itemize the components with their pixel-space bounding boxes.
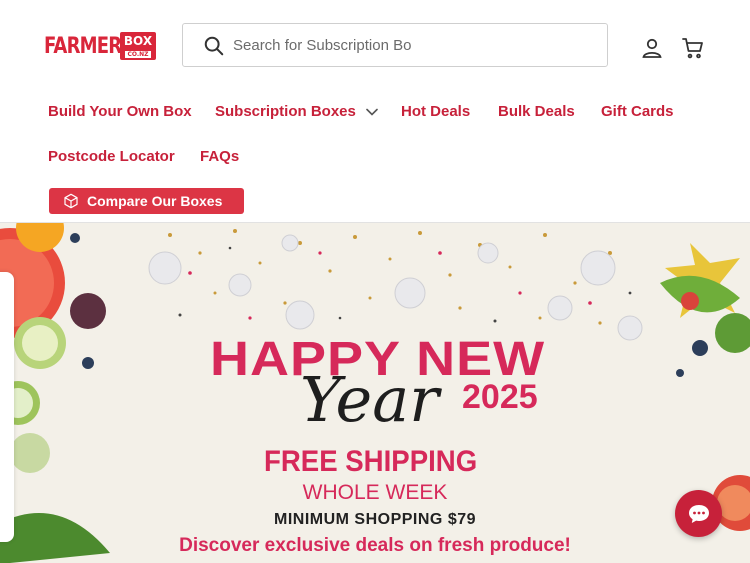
banner-script-year: Year — [300, 363, 439, 436]
logo-box-badge: BOX CO.NZ — [120, 32, 156, 60]
nav-item-faqs[interactable]: FAQs — [200, 148, 239, 165]
nav-item-gift-cards[interactable]: Gift Cards — [601, 103, 674, 120]
search-bar[interactable] — [182, 23, 608, 67]
account-icon[interactable] — [640, 36, 664, 60]
chat-icon — [688, 504, 709, 523]
nav-item-label: Subscription Boxes — [215, 103, 356, 120]
banner-duration: WHOLE WEEK — [302, 481, 448, 504]
nav-item-build-your-own-box[interactable]: Build Your Own Box — [48, 103, 192, 120]
banner-minimum: MINIMUM SHOPPING $79 — [273, 511, 477, 528]
banner-offer: FREE SHIPPING — [264, 445, 478, 478]
compare-button-label: Compare Our Boxes — [87, 193, 223, 209]
nav-item-subscription-boxes[interactable]: Subscription Boxes — [215, 103, 378, 120]
cart-icon[interactable] — [681, 36, 705, 60]
search-icon[interactable] — [203, 35, 225, 57]
search-input[interactable] — [233, 30, 593, 60]
chevron-down-icon — [366, 108, 378, 116]
box-icon — [64, 193, 78, 209]
nav-item-bulk-deals[interactable]: Bulk Deals — [498, 103, 575, 120]
banner-tagline: Discover exclusive deals on fresh produc… — [179, 535, 571, 556]
side-drawer-tab[interactable] — [0, 272, 14, 542]
compare-our-boxes-button[interactable]: Compare Our Boxes — [49, 188, 244, 214]
hero-banner[interactable]: HAPPY NEW Year 2025 FREE SHIPPING WHOLE … — [0, 222, 750, 563]
nav-item-hot-deals[interactable]: Hot Deals — [401, 103, 470, 120]
chat-button[interactable] — [675, 490, 722, 537]
site-logo[interactable]: FARMERS BOX CO.NZ — [44, 32, 160, 66]
banner-year: 2025 — [462, 378, 538, 416]
site-header: FARMERS BOX CO.NZ Build Your Own Box Sub… — [0, 0, 750, 222]
nav-item-postcode-locator[interactable]: Postcode Locator — [48, 148, 175, 165]
